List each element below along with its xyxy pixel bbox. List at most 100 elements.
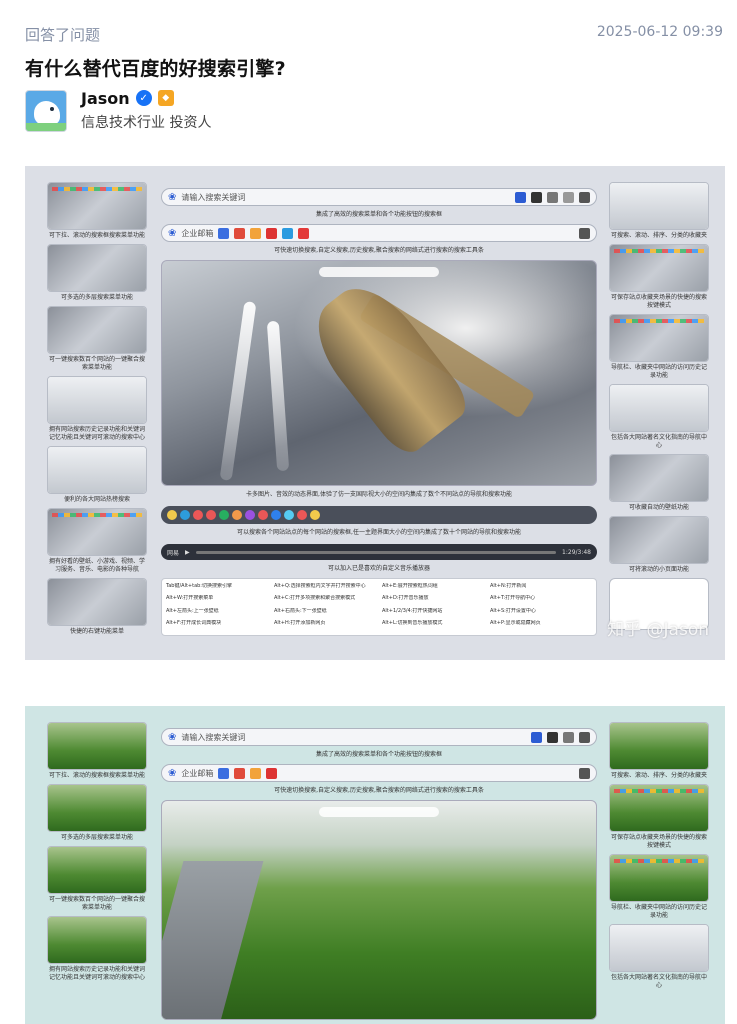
feature-caption: 拥有网站搜索历史记录功能和关键词记忆功能且关键词可滚动的搜索中心 (48, 966, 145, 981)
site-icon[interactable] (167, 510, 177, 520)
shortcut-item: Tab键/Alt+tab:切换搜索引擎 (166, 583, 232, 589)
site-icon[interactable] (245, 510, 255, 520)
site-icon[interactable] (218, 227, 230, 239)
site-dock[interactable] (161, 506, 597, 524)
site-icon[interactable] (297, 510, 307, 520)
shortcut-item: Alt+Q:选择搜索框内文字并打开搜索中心 (274, 583, 366, 589)
feature-caption: 包括各大网站著名文化指南的导航中心 (610, 434, 707, 449)
feature-thumb (609, 924, 709, 972)
wallpaper-preview (161, 260, 597, 486)
shortcut-item: Alt+1/2/3/4:打开快捷网站 (382, 607, 443, 614)
search-icon[interactable] (579, 731, 590, 743)
site-icon[interactable] (193, 510, 203, 520)
feature-thumb (609, 516, 709, 564)
play-icon[interactable]: ▶ (185, 549, 190, 556)
site-icon[interactable] (250, 767, 262, 779)
mini-search-box (319, 807, 439, 817)
left-feature-column: 可下拉、滚动的搜索框搜索菜单功能 可多选的多层搜索菜单功能 可一键搜索数百个网站… (47, 722, 147, 986)
feature-thumb (609, 454, 709, 502)
site-icon[interactable] (206, 510, 216, 520)
feature-caption: 可一键搜索数百个网站的一键聚合搜索菜单功能 (48, 356, 145, 371)
avatar[interactable] (25, 90, 67, 132)
paw-icon: ❀ (168, 767, 177, 779)
search-icon[interactable] (579, 227, 590, 239)
shortcut-item: Alt+D:打开音乐播放 (382, 595, 429, 602)
question-title[interactable]: 有什么替代百度的好搜索引擎? (25, 54, 286, 81)
search-engine-icon[interactable] (531, 731, 542, 743)
feature-caption: 可下拉、滚动的搜索框搜索菜单功能 (48, 232, 145, 239)
second-search-bar[interactable]: ❀ 企业邮箱 (161, 224, 597, 242)
site-icon[interactable] (232, 510, 242, 520)
search-icon[interactable] (579, 767, 590, 779)
activity-label: 回答了问题 (25, 26, 101, 44)
feature-caption: 可保存站点收藏夹场景的快捷的搜索按键模式 (610, 294, 707, 309)
search-bar[interactable]: ❀ 请输入搜索关键词 (161, 728, 597, 746)
feature-thumb (47, 846, 147, 894)
site-icon[interactable] (218, 767, 230, 779)
shortcut-item: Alt+L:切换到音乐播放模式 (382, 619, 443, 626)
clock-icon[interactable] (563, 731, 574, 743)
music-player[interactable]: 网易 ▶ 1:29/3:48 (161, 544, 597, 560)
feature-thumb (47, 784, 147, 832)
site-icon[interactable] (250, 227, 262, 239)
site-icon[interactable] (310, 510, 320, 520)
site-icon[interactable] (234, 767, 246, 779)
second-bar-note: 可快速切换搜索,自定义搜索,历史搜索,聚合搜索的网络式进行搜索的搜索工具条 (274, 787, 484, 794)
n-icon[interactable] (547, 731, 558, 743)
clock-icon[interactable] (547, 191, 558, 203)
search-icon[interactable] (579, 191, 590, 203)
feature-caption: 可下拉、滚动的搜索框搜索菜单功能 (48, 772, 145, 779)
search-engine-icon[interactable] (515, 191, 526, 203)
author-bio: 信息技术行业 投资人 (81, 115, 212, 131)
site-icon[interactable] (180, 510, 190, 520)
shortcut-item: Alt+P:显示或隐藏网页 (490, 619, 541, 626)
medal-icon: ◆ (157, 90, 174, 106)
shortcut-item: Alt+N:打开新闻 (490, 583, 527, 589)
grid-icon[interactable] (563, 191, 574, 203)
feature-thumb (47, 446, 147, 494)
search-bar[interactable]: ❀ 请输入搜索关键词 (161, 188, 597, 206)
feature-caption: 导航栏、收藏夹中网站的访问历史记录功能 (610, 364, 707, 379)
feature-thumb (609, 854, 709, 902)
shortcut-item: Alt+S:打开设置中心 (490, 607, 536, 614)
wallpaper-note: 卡多图片、音效的动态界面,体验了仿一支国际视大小的空间内集成了数个不同站点的导航… (246, 491, 512, 498)
search-bar-note: 集成了高效的搜索菜单和各个功能按钮的搜索框 (315, 751, 442, 758)
answer-image-2[interactable]: 可下拉、滚动的搜索框搜索菜单功能 可多选的多层搜索菜单功能 可一键搜索数百个网站… (25, 706, 725, 1024)
dock-note: 可以搜索各个网站站点的每个网站的搜索框,任一主题界面大小的空间内集成了数十个网站… (237, 529, 521, 536)
feature-thumb (47, 578, 147, 626)
feature-thumb (609, 384, 709, 432)
search-placeholder: 请输入搜索关键词 (181, 192, 246, 202)
feature-caption: 便利的各大网站热榜搜索 (63, 496, 130, 503)
feature-caption: 导航栏、收藏夹中网站的访问历史记录功能 (610, 904, 707, 919)
right-feature-column: 可搜索、滚动、排序、分类的收藏夹 可保存站点收藏夹场景的快捷的搜索按键模式 导航… (609, 722, 709, 994)
feature-thumb (47, 376, 147, 424)
check-circle-icon: ✓ (135, 90, 152, 106)
feature-caption: 可搜索、滚动、排序、分类的收藏夹 (610, 232, 707, 239)
wallpaper-preview (161, 800, 597, 1020)
feature-caption: 可搜索、滚动、排序、分类的收藏夹 (610, 772, 707, 779)
site-icon[interactable] (298, 227, 310, 239)
n-icon[interactable] (531, 191, 542, 203)
feature-thumb (609, 314, 709, 362)
feature-thumb (47, 722, 147, 770)
second-search-bar[interactable]: ❀ 企业邮箱 (161, 764, 597, 782)
site-icon[interactable] (282, 227, 294, 239)
shortcut-item: Alt+W:打开搜索菜单 (166, 595, 214, 602)
site-icon[interactable] (284, 510, 294, 520)
feature-caption: 快捷的右键功能菜单 (69, 628, 124, 635)
mini-search-box (319, 267, 439, 277)
site-icon[interactable] (258, 510, 268, 520)
answer-image-1[interactable]: 可下拉、滚动的搜索框搜索菜单功能 可多选的多层搜索菜单功能 可一键搜索数百个网站… (25, 166, 725, 660)
site-icon[interactable] (234, 227, 246, 239)
player-progress[interactable] (195, 550, 557, 554)
feature-thumb (47, 508, 147, 556)
site-icon[interactable] (271, 510, 281, 520)
shortcut-item: Alt+F:打开成长词典模块 (166, 619, 222, 626)
site-icon[interactable] (266, 767, 278, 779)
site-icon[interactable] (266, 227, 278, 239)
author-name[interactable]: Jason (81, 89, 130, 108)
site-icon[interactable] (219, 510, 229, 520)
feature-caption: 可保存站点收藏夹场景的快捷的搜索按键模式 (610, 834, 707, 849)
search-bar-note: 集成了高效的搜索菜单和各个功能按钮的搜索框 (315, 211, 442, 218)
feature-caption: 可收藏自动的壁纸功能 (628, 504, 689, 511)
